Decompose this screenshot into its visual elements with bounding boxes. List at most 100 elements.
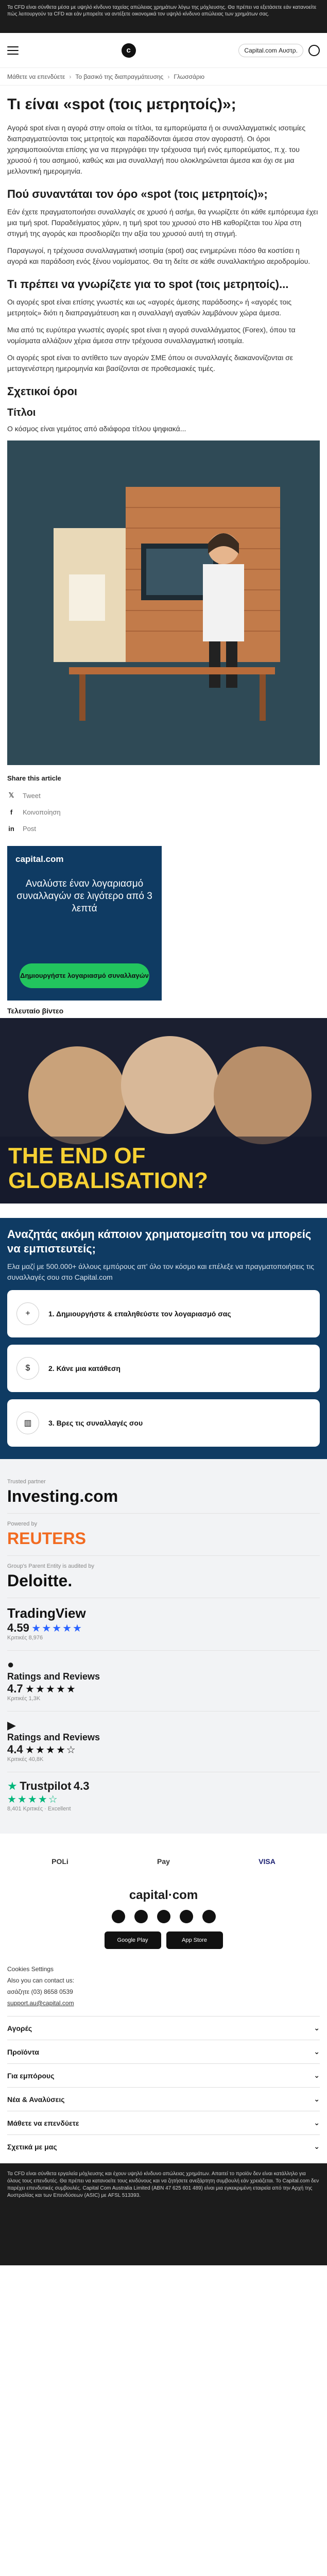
trust-audit: Group's Parent Entity is audited by Deloi…	[7, 1556, 320, 1598]
site-logo[interactable]: c	[121, 43, 136, 58]
share-linkedin[interactable]: in Post	[7, 820, 320, 837]
deposit-icon: $	[16, 1357, 39, 1380]
hero-illustration	[7, 440, 320, 765]
chevron-right-icon: ›	[69, 73, 72, 80]
stars-icon: ★★★★☆	[25, 1744, 77, 1756]
chevron-down-icon: ⌄	[314, 2142, 320, 2150]
breadcrumb-glossary[interactable]: Γλωσσάριο	[174, 73, 204, 80]
step-card[interactable]: $2. Κάνε μια κατάθεση	[7, 1345, 320, 1392]
contact-label: Also you can contact us:	[7, 1977, 75, 1984]
stars-icon: ★★★★★	[31, 1623, 83, 1634]
footer-accordion: Αγορές ⌄ Προϊόντα ⌄ Για εμπόρους ⌄ Νέα & Αν…	[7, 2016, 320, 2158]
step-label: 2. Κάνε μια κατάθεση	[48, 1364, 121, 1372]
linkedin-icon[interactable]	[202, 1910, 216, 1923]
accordion-about[interactable]: Σχετικά με μας ⌄	[7, 2134, 320, 2158]
paragraph: Οι αγορές spot είναι το αντίθετο των αγο…	[7, 353, 294, 372]
latest-video-label: Τελευταίο βίντεο	[7, 1007, 64, 1015]
accordion-news[interactable]: Νέα & Αναλύσεις ⌄	[7, 2087, 320, 2111]
footer-logo[interactable]: capital·com	[7, 1888, 320, 1903]
accordion-learn[interactable]: Μάθετε να επενδύετε ⌄	[7, 2111, 320, 2134]
footer-contact: Cookies Settings Also you can contact us…	[7, 1963, 320, 2009]
google-play-icon: ▶	[7, 1719, 16, 1732]
video-title: THE END OF GLOBALISATION?	[8, 1143, 208, 1193]
google-rating[interactable]: ▶ Ratings and Reviews 4.4 ★★★★☆ Κριτικές 40…	[7, 1711, 320, 1772]
breadcrumb-basics[interactable]: Το βασικό της διαπραγμάτευσης	[75, 73, 163, 80]
chevron-down-icon: ⌄	[314, 2024, 320, 2032]
step-card[interactable]: +1. Δημιουργήστε & επαληθεύστε τον λογαρ…	[7, 1290, 320, 1337]
apple-icon: ●	[7, 1658, 14, 1671]
promo-logo: capital.com	[15, 854, 64, 864]
app-store-badge[interactable]: App Store	[166, 1931, 223, 1949]
share-twitter[interactable]: 𝕏 Tweet	[7, 787, 320, 804]
phone-link[interactable]: ασάζητε (03) 8658 0539	[7, 1986, 320, 1997]
facebook-icon: f	[10, 808, 13, 816]
paragraph: Οι αγορές spot είναι επίσης γνωστές και …	[7, 298, 292, 317]
section-heading-where: Πού συναντάται τον όρο «spot (τοις μετρη…	[7, 188, 268, 200]
risk-warning-text: Τα CFD είναι σύνθετα μέσα με υψηλό κίνδυ…	[7, 5, 317, 17]
x-twitter-icon: 𝕏	[8, 791, 14, 799]
page-title: Τι είναι «spot (τοις μετρητοίς)»;	[7, 96, 236, 113]
breadcrumb: Μάθετε να επενδύετε › Το βασικό της διαπ…	[0, 68, 327, 86]
paragraph: Παραγωγοί, η τρέχουσα συναλλαγματική ισο…	[7, 246, 311, 265]
menu-icon[interactable]	[7, 46, 19, 55]
cta-text: Ελα μαζί με 500.000+ άλλους εμπόρους απ'…	[7, 1262, 315, 1281]
x-twitter-icon[interactable]	[134, 1910, 148, 1923]
cta-title: Αναζητάς ακόμη κάποιον χρηματομεσίτη του…	[7, 1228, 312, 1255]
breadcrumb-learn[interactable]: Μάθετε να επενδύετε	[7, 73, 65, 80]
linkedin-icon: in	[8, 824, 14, 833]
create-account-button[interactable]: Δημιουργήστε λογαριασμό συναλλαγών	[20, 963, 149, 988]
site-header: c Capital.com Αυστρ.	[0, 33, 327, 68]
trustpilot-rating[interactable]: ★ Trustpilot 4.3 ★★★★☆ 8,401 Κριτικές · Ex…	[7, 1772, 320, 1821]
chevron-down-icon: ⌄	[314, 2119, 320, 2127]
related-term-title[interactable]: Τίτλοι	[7, 406, 320, 419]
cookies-settings-link[interactable]: Cookies Settings	[7, 1963, 320, 1975]
trustpilot-star-icon: ★	[7, 1780, 18, 1792]
article: Τι είναι «spot (τοις μετρητοίς)»; Αγορά …	[0, 95, 327, 2158]
user-plus-icon: +	[16, 1302, 39, 1325]
promo-banner: capital.com Αναλύστε έναν λογαριασμό συν…	[7, 846, 162, 1001]
facebook-icon[interactable]	[111, 1910, 125, 1923]
step-card[interactable]: ▥ 3. Βρες τις συναλλαγές σου	[7, 1399, 320, 1447]
payment-methods: POLi Pay VISA	[7, 1846, 320, 1877]
tradingview-rating[interactable]: TradingView 4.59 ★★★★★ Κριτικές 8,976	[7, 1598, 320, 1651]
illustration-brick-wall	[7, 440, 320, 765]
share-facebook[interactable]: f Κοινοποίηση	[7, 804, 320, 820]
social-links	[7, 1910, 320, 1923]
visa-logo: VISA	[259, 1857, 276, 1866]
user-icon[interactable]	[308, 44, 320, 56]
share-label: Κοινοποίηση	[23, 808, 61, 816]
accordion-products[interactable]: Προϊόντα ⌄	[7, 2040, 320, 2063]
trust-section: Trusted partner Investing.com Powered by R…	[0, 1459, 327, 1834]
app-store-badges: Google Play App Store	[7, 1931, 320, 1949]
instagram-icon[interactable]	[157, 1910, 170, 1923]
apple-rating[interactable]: ● Ratings and Reviews 4.7 ★★★★★ Κριτικές 1,…	[7, 1651, 320, 1711]
stars-icon: ★★★★☆	[7, 1794, 59, 1805]
paragraph: Μια από τις ευρύτερα γνωστές αγορές spot…	[7, 326, 296, 345]
chevron-down-icon: ⌄	[314, 2071, 320, 2079]
article-intro: Αγορά spot είναι η αγορά στην οποία οι τ…	[7, 124, 306, 175]
youtube-icon[interactable]	[179, 1910, 193, 1923]
google-play-badge[interactable]: Google Play	[104, 1931, 161, 1949]
poli-logo: POLi	[51, 1857, 68, 1866]
share-label: Post	[23, 824, 37, 833]
related-term-text: Ο κόσμος είναι γεμάτος από αδιάφορα τίτλ…	[7, 425, 186, 433]
related-terms-heading: Σχετικοί όροι	[7, 385, 78, 398]
disclaimer-text: Τα CFD είναι σύνθετα εργαλεία μόχλευσης …	[7, 2171, 319, 2198]
region-selector[interactable]: Capital.com Αυστρ.	[238, 43, 303, 57]
chevron-down-icon: ⌄	[314, 2095, 320, 2103]
accordion-traders[interactable]: Για εμπόρους ⌄	[7, 2063, 320, 2087]
step-label: 1. Δημιουργήστε & επαληθεύστε τον λογαρι…	[48, 1310, 231, 1318]
trust-partner: Trusted partner Investing.com	[7, 1471, 320, 1514]
trust-powered: Powered by REUTERS	[7, 1514, 320, 1556]
accordion-markets[interactable]: Αγορές ⌄	[7, 2016, 320, 2040]
share-title: Share this article	[7, 774, 61, 782]
logo-icon: c	[121, 43, 136, 58]
apple-pay-logo: Pay	[157, 1857, 170, 1866]
video-thumbnail[interactable]: THE END OF GLOBALISATION?	[0, 1018, 327, 1204]
section-heading-know: Τι πρέπει να γνωρίζετε για το spot (τοις…	[7, 278, 289, 291]
share-label: Tweet	[23, 791, 41, 800]
risk-warning-banner: Τα CFD είναι σύνθετα μέσα με υψηλό κίνδυ…	[0, 0, 327, 33]
chevron-down-icon: ⌄	[314, 2047, 320, 2056]
email-link[interactable]: support.au@capital.com	[7, 1997, 320, 2009]
footer-disclaimer: Τα CFD είναι σύνθετα εργαλεία μόχλευσης …	[0, 2163, 327, 2265]
